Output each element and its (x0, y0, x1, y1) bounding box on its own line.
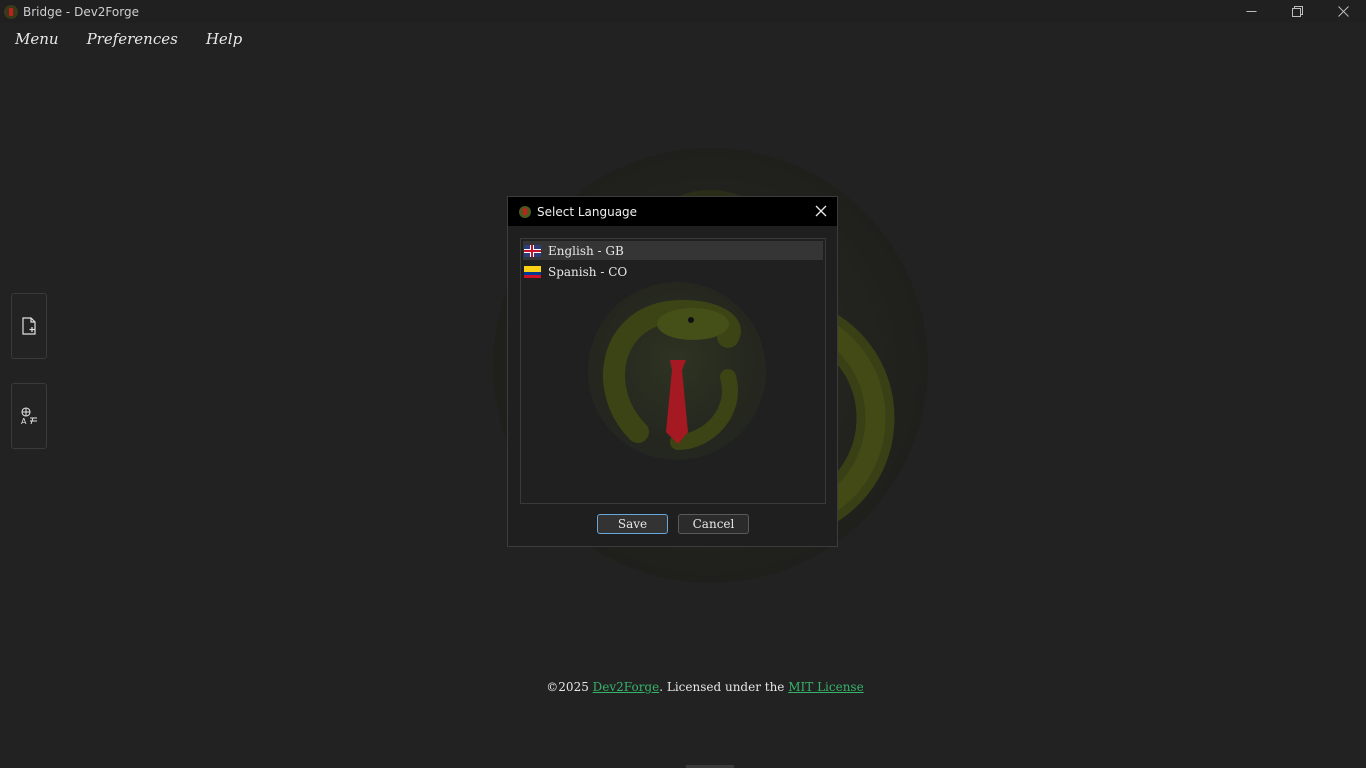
restore-icon (1291, 6, 1303, 17)
title-bar: Bridge - Dev2Forge (0, 0, 1366, 23)
save-button[interactable]: Save (597, 514, 668, 534)
language-label: English - GB (548, 243, 624, 258)
window-controls (1228, 0, 1366, 23)
snake-logo-icon (603, 300, 741, 450)
copyright-text: ©2025 (546, 680, 593, 694)
window-title: Bridge - Dev2Forge (23, 4, 139, 19)
minimize-icon (1246, 11, 1256, 12)
cancel-button[interactable]: Cancel (678, 514, 749, 534)
menu-bar: Menu Preferences Help (0, 23, 1366, 55)
dialog-close-button[interactable] (813, 203, 829, 219)
dialog-title-bar: Select Language (508, 197, 837, 226)
restore-button[interactable] (1274, 0, 1320, 23)
select-language-dialog: Select Language English - GB Spanish - C… (507, 196, 838, 547)
app-logo-icon (4, 4, 18, 19)
close-button[interactable] (1320, 0, 1366, 23)
new-file-icon (22, 317, 36, 335)
menu-item-help[interactable]: Help (192, 30, 256, 48)
language-item-english-gb[interactable]: English - GB (523, 241, 823, 260)
app-logo-icon (519, 205, 531, 218)
language-list[interactable]: English - GB Spanish - CO (520, 238, 826, 504)
dialog-title: Select Language (537, 204, 638, 219)
new-file-button[interactable] (11, 293, 47, 359)
dev2forge-link[interactable]: Dev2Forge (593, 680, 660, 694)
language-item-spanish-co[interactable]: Spanish - CO (523, 262, 823, 281)
translate-icon: A (21, 407, 37, 425)
close-icon (815, 205, 827, 217)
menu-item-menu[interactable]: Menu (0, 30, 73, 48)
watermark-logo (588, 282, 766, 460)
footer: ©2025 Dev2Forge. Licensed under the MIT … (0, 680, 1366, 694)
license-text: . Licensed under the (659, 680, 789, 694)
menu-item-preferences[interactable]: Preferences (73, 30, 192, 48)
mit-license-link[interactable]: MIT License (788, 680, 863, 694)
uk-flag-icon (524, 244, 541, 257)
minimize-button[interactable] (1228, 0, 1274, 23)
close-icon (1337, 6, 1349, 17)
translate-button[interactable]: A (11, 383, 47, 449)
language-label: Spanish - CO (548, 264, 628, 279)
svg-text:A: A (21, 417, 27, 425)
colombia-flag-icon (524, 265, 541, 278)
